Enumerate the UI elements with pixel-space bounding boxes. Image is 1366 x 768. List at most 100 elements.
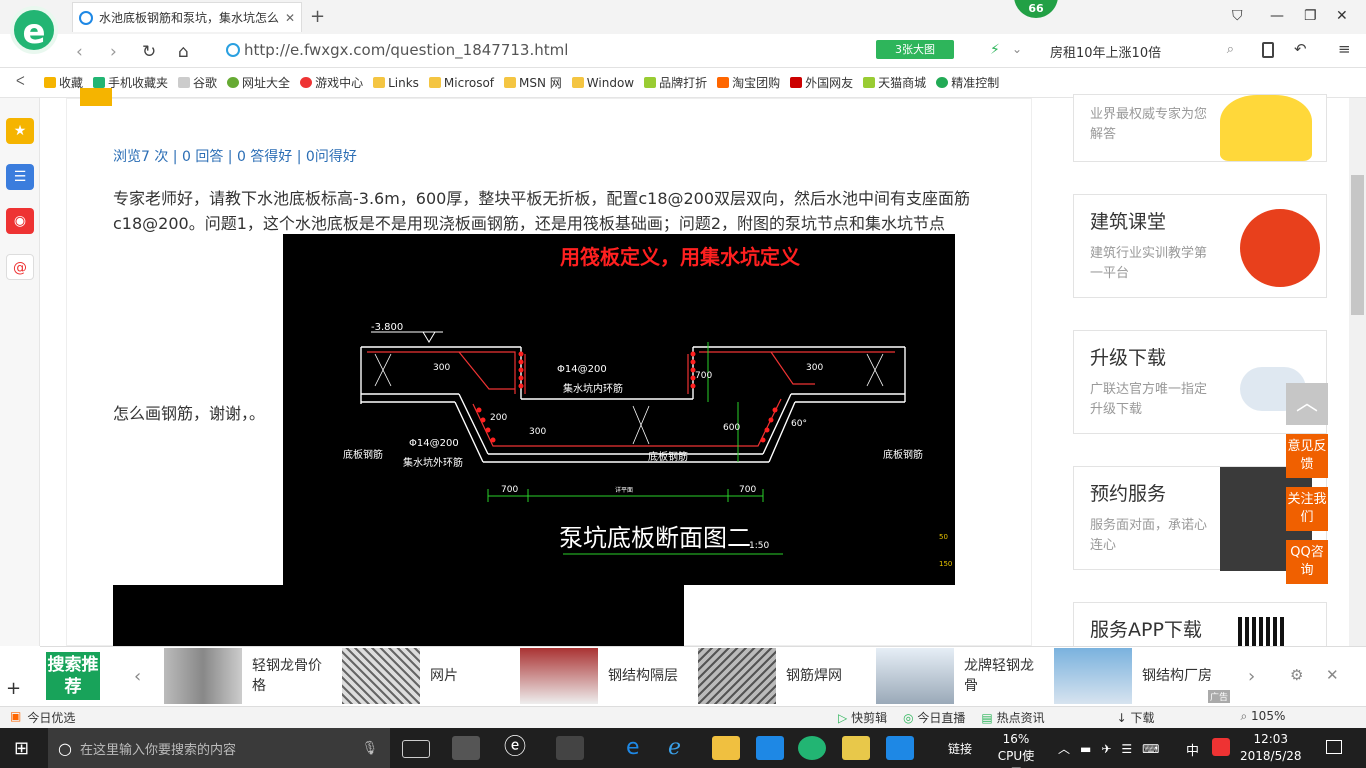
cad-rebar-1: Φ14@200 — [557, 364, 607, 375]
new-tab-button[interactable]: + — [310, 6, 325, 27]
close-window-button[interactable]: ✕ — [1336, 8, 1348, 24]
chevron-down-icon[interactable]: ⌄ — [1012, 42, 1022, 56]
chat-icon — [936, 77, 949, 88]
app-ring-icon[interactable] — [556, 736, 584, 760]
sidebar-card-expert[interactable]: 业界最权威专家为您解答 — [1073, 94, 1327, 162]
browser-logo-icon[interactable]: e — [10, 6, 58, 54]
menu-icon[interactable]: ≡ — [1338, 40, 1351, 58]
tab-close-icon[interactable]: ✕ — [285, 11, 295, 25]
maximize-button[interactable]: ❐ — [1304, 8, 1317, 24]
big-image-button[interactable]: 3张大图 — [876, 40, 954, 59]
recommend-item[interactable]: 钢结构厂房 — [1054, 648, 1222, 704]
cad-rebar-1-note: 集水坑内环筋 — [563, 382, 623, 395]
tray-icons[interactable]: ︿▬✈☰⌨ — [1058, 740, 1169, 757]
bookmark-item[interactable]: MSN 网 — [504, 74, 562, 91]
recommend-item[interactable]: 网片 — [342, 648, 510, 704]
question-stats[interactable]: 浏览7 次 | 0 回答 | 0 答得好 | 0问得好 — [113, 146, 357, 166]
file-explorer-icon[interactable] — [712, 736, 740, 760]
bookmark-item[interactable]: Window — [571, 76, 634, 90]
bookmark-item[interactable]: 谷歌 — [178, 74, 217, 91]
bookmark-item[interactable]: 淘宝团购 — [717, 74, 780, 91]
minimize-button[interactable]: — — [1270, 8, 1284, 24]
recommend-thumb — [876, 648, 954, 704]
windows-start-icon[interactable]: ⊞ — [14, 738, 29, 759]
sidebar-card-app[interactable]: 服务APP下载 — [1073, 602, 1327, 649]
sogou-icon[interactable] — [1212, 738, 1230, 756]
ime-indicator[interactable]: 中 — [1186, 740, 1199, 759]
flag-icon — [790, 77, 803, 88]
clock[interactable]: 12:03 2018/5/28 — [1240, 731, 1302, 765]
search-icon[interactable]: ⌕ — [1227, 42, 1234, 58]
tab-favicon-icon — [79, 10, 93, 25]
gear-icon[interactable]: ⚙ — [1290, 666, 1303, 684]
mail-icon[interactable]: @ — [6, 254, 34, 280]
bookmark-item[interactable]: Microsof — [428, 76, 494, 90]
add-icon[interactable]: + — [6, 678, 21, 699]
bookmark-item[interactable]: 收藏 — [44, 74, 83, 91]
cpu-usage[interactable]: 16%CPU使用 — [992, 731, 1040, 768]
cad-scale: 1:50 — [749, 541, 769, 551]
refresh-button[interactable]: ↻ — [142, 42, 156, 62]
shirt-icon[interactable]: ⛉ — [1232, 8, 1243, 24]
tab-current[interactable]: 水池底板钢筋和泵坑，集水坑怎么 ✕ — [72, 2, 302, 32]
browser-e-icon[interactable]: ⓔ — [504, 736, 532, 760]
status-left[interactable]: ▣ 今日优选 — [10, 709, 75, 726]
back-button[interactable]: ‹ — [76, 42, 83, 62]
list-icon[interactable]: ☰ — [6, 164, 34, 190]
bookmark-item[interactable]: 游戏中心 — [300, 74, 363, 91]
ie-icon[interactable]: ℯ — [668, 736, 696, 760]
taskbar-search[interactable]: ○ 在这里输入你要搜索的内容 🎙 — [48, 728, 390, 768]
status-item[interactable]: ↓ 下载 — [1117, 709, 1155, 726]
cad-dim: 150 — [939, 560, 952, 568]
url-field[interactable]: http://e.fwxgx.com/question_1847713.html — [226, 41, 568, 59]
bookmark-item[interactable]: 品牌打折 — [644, 74, 707, 91]
back-to-top-icon[interactable]: ︿ — [1286, 383, 1328, 425]
qq-button[interactable]: QQ咨询 — [1286, 540, 1328, 584]
bookmark-item[interactable]: 外国网友 — [790, 74, 853, 91]
bookmark-item[interactable]: 天猫商城 — [863, 74, 926, 91]
edge-icon[interactable]: e — [626, 736, 654, 760]
status-item[interactable]: ▤ 热点资讯 — [981, 709, 1044, 726]
recommend-item[interactable]: 龙牌轻钢龙骨 — [876, 648, 1044, 704]
scrollbar-thumb[interactable] — [1351, 175, 1364, 315]
app-fan-icon[interactable] — [452, 736, 480, 760]
status-item[interactable]: ◎ 今日直播 — [903, 709, 965, 726]
home-button[interactable]: ⌂ — [178, 42, 189, 62]
lightning-icon[interactable]: ⚡ — [990, 42, 1000, 58]
prev-arrow-icon[interactable]: ‹ — [134, 666, 141, 687]
bookmark-item[interactable]: 精准控制 — [936, 74, 999, 91]
collapse-icon[interactable]: ᐸ — [16, 74, 25, 88]
cad-dim: 600 — [723, 423, 740, 433]
browser-360-icon[interactable] — [798, 736, 826, 760]
bookmark-item[interactable]: Links — [373, 76, 419, 90]
weibo-icon[interactable]: ◉ — [6, 208, 34, 234]
recommend-item[interactable]: 钢筋焊网 — [698, 648, 866, 704]
app-g-icon[interactable] — [756, 736, 784, 760]
forward-button[interactable]: › — [110, 42, 117, 62]
mobile-icon[interactable] — [1262, 42, 1274, 58]
zoom-level[interactable]: ⌕ 105% — [1240, 709, 1285, 726]
recommend-item[interactable]: 钢结构隔层 — [520, 648, 688, 704]
app-plus-icon[interactable] — [886, 736, 914, 760]
favorites-icon[interactable]: ★ — [6, 118, 34, 144]
notes-icon[interactable] — [842, 736, 870, 760]
recommend-item[interactable]: 轻钢龙骨价格 — [164, 648, 332, 704]
mic-icon[interactable]: 🎙 — [361, 741, 378, 756]
search-input[interactable]: 房租10年上涨10倍 ⌕ — [1040, 34, 1244, 66]
sidebar-card-course[interactable]: 建筑课堂 建筑行业实训教学第一平台 — [1073, 194, 1327, 298]
undo-icon[interactable]: ↶ — [1294, 40, 1307, 58]
task-view-icon[interactable] — [402, 740, 430, 758]
follow-button[interactable]: 关注我们 — [1286, 487, 1328, 531]
taskbar-link-label[interactable]: 链接 — [948, 740, 972, 757]
close-icon[interactable]: ✕ — [1326, 666, 1339, 684]
next-arrow-icon[interactable]: › — [1248, 666, 1255, 687]
recommend-thumb — [164, 648, 242, 704]
second-image[interactable] — [113, 585, 684, 646]
bookmark-item[interactable]: 网址大全 — [227, 74, 290, 91]
sidebar-card-title: 升级下载 — [1090, 347, 1167, 369]
cad-drawing-image[interactable]: 用筏板定义，用集水坑定义 -3.800 300 300 300 200 700 … — [283, 234, 955, 585]
feedback-button[interactable]: 意见反馈 — [1286, 434, 1328, 478]
status-item[interactable]: ▷ 快剪辑 — [838, 709, 887, 726]
notification-icon[interactable] — [1326, 740, 1342, 754]
folder-icon — [373, 77, 386, 88]
